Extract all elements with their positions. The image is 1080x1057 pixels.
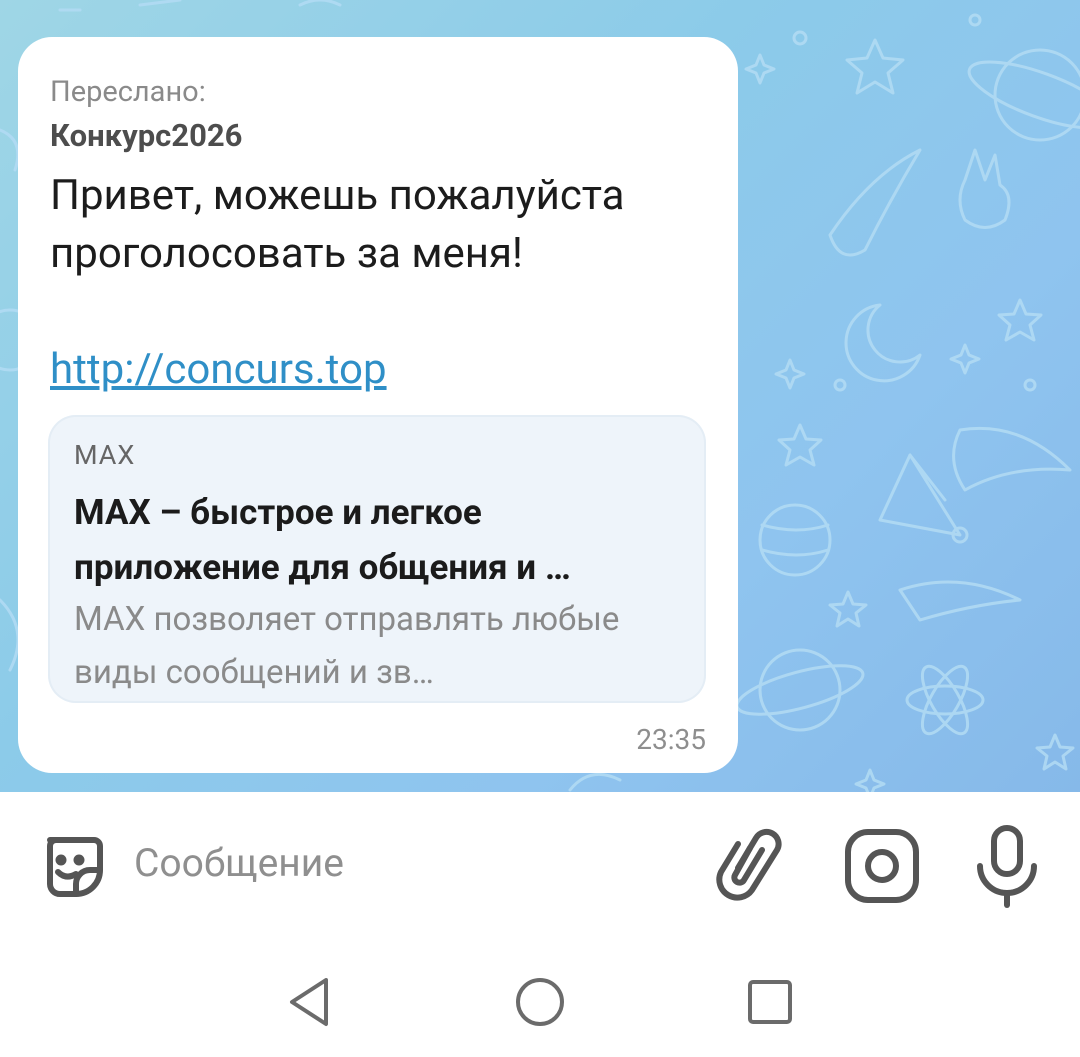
paperclip-icon[interactable] <box>716 824 786 904</box>
microphone-icon[interactable] <box>972 822 1042 912</box>
message-bubble[interactable]: Переслано: Конкурс2026 Привет, можешь по… <box>18 37 738 773</box>
message-link[interactable]: http://concurs.top <box>50 341 387 399</box>
message-text: Привет, можешь пожалуйста проголосовать … <box>50 171 625 278</box>
chat-background: Переслано: Конкурс2026 Привет, можешь по… <box>0 0 1080 792</box>
camera-icon[interactable] <box>842 826 922 906</box>
forwarded-label: Переслано: <box>50 75 206 109</box>
home-circle-icon[interactable] <box>512 974 568 1030</box>
message-time: 23:35 <box>636 723 706 756</box>
back-triangle-icon[interactable] <box>282 974 338 1030</box>
sticker-icon[interactable] <box>36 830 108 902</box>
forwarded-from-name[interactable]: Конкурс2026 <box>50 117 242 154</box>
link-preview-site: MAX <box>74 439 136 471</box>
link-preview-description: MAX позволяет отправлять любые виды сооб… <box>74 600 620 692</box>
recents-square-icon[interactable] <box>744 976 796 1028</box>
link-preview-card[interactable]: MAX MAX – быстрое и легкое приложение дл… <box>48 415 706 703</box>
message-composer: Сообщение <box>0 792 1080 942</box>
link-preview-title: MAX – быстрое и легкое приложение для об… <box>74 492 571 588</box>
message-input[interactable]: Сообщение <box>134 840 344 886</box>
system-navigation-bar <box>0 942 1080 1057</box>
